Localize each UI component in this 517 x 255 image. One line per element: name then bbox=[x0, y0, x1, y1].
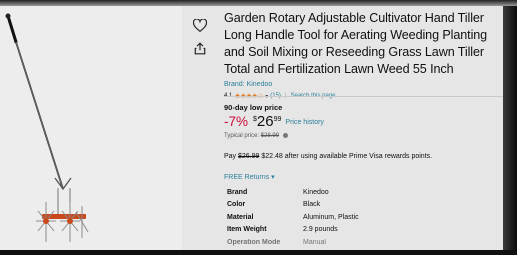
spec-row: Item Weight 2.9 pounds bbox=[227, 224, 359, 237]
spec-key: Material bbox=[227, 213, 254, 221]
product-specs: Brand Kinedoo Color Black Material Alumi… bbox=[227, 186, 359, 249]
spec-row: Material Aluminum, Plastic bbox=[227, 211, 359, 224]
current-price: $ 26 99 bbox=[253, 114, 281, 129]
share-button[interactable] bbox=[190, 38, 210, 58]
prime-visa-offer: Pay $26.99 $22.48 after using available … bbox=[224, 153, 432, 160]
wishlist-button[interactable] bbox=[190, 15, 210, 35]
price-history-link[interactable]: Price history bbox=[285, 119, 324, 126]
price-fraction: 99 bbox=[273, 116, 282, 123]
typical-price: Typical price: $28.99 bbox=[224, 133, 288, 139]
spec-key: Operation Mode bbox=[227, 238, 281, 246]
share-icon bbox=[194, 41, 206, 54]
cultivator-image bbox=[5, 13, 89, 242]
section-divider bbox=[224, 96, 506, 97]
screen-bezel-top bbox=[0, 0, 517, 6]
product-page: Garden Rotary Adjustable Cultivator Hand… bbox=[0, 0, 517, 250]
typical-price-value: $28.99 bbox=[260, 133, 280, 140]
visa-pay-label: Pay bbox=[224, 153, 237, 160]
spec-row: Brand Kinedoo bbox=[227, 186, 359, 199]
product-title: Garden Rotary Adjustable Cultivator Hand… bbox=[224, 11, 488, 76]
spec-value: Kinedoo bbox=[303, 188, 329, 196]
brand-link[interactable]: Brand: Kinedoo bbox=[224, 81, 506, 88]
spec-row: Operation Mode Manual bbox=[227, 236, 359, 249]
spec-value: Aluminum, Plastic bbox=[303, 213, 359, 221]
heart-icon bbox=[193, 18, 207, 32]
spec-key: Item Weight bbox=[227, 226, 267, 234]
price-whole: 26 bbox=[256, 113, 274, 130]
discount-percent: -7% bbox=[224, 114, 249, 129]
visa-old-price: $26.99 bbox=[238, 153, 260, 160]
free-returns-link[interactable]: FREE Returns ▾ bbox=[224, 173, 275, 181]
free-returns-label: FREE Returns bbox=[224, 174, 270, 181]
deal-badge: 90-day low price bbox=[224, 103, 283, 112]
price-row: -7% $ 26 99 Price history bbox=[224, 114, 324, 129]
product-image[interactable] bbox=[0, 6, 182, 250]
info-icon[interactable] bbox=[282, 133, 288, 138]
spec-key: Color bbox=[227, 201, 246, 209]
spec-value: Manual bbox=[303, 238, 326, 246]
typical-price-label: Typical price: bbox=[224, 133, 260, 140]
spec-key: Brand bbox=[227, 188, 248, 196]
visa-offer-text: $22.48 after using available Prime Visa … bbox=[261, 153, 433, 160]
spec-row: Color Black bbox=[227, 199, 359, 212]
spec-value: 2.9 pounds bbox=[303, 226, 338, 234]
screen-bezel bbox=[503, 0, 517, 250]
chevron-down-icon: ▾ bbox=[271, 174, 275, 181]
spec-value: Black bbox=[303, 201, 321, 209]
product-info: Garden Rotary Adjustable Cultivator Hand… bbox=[224, 10, 506, 100]
